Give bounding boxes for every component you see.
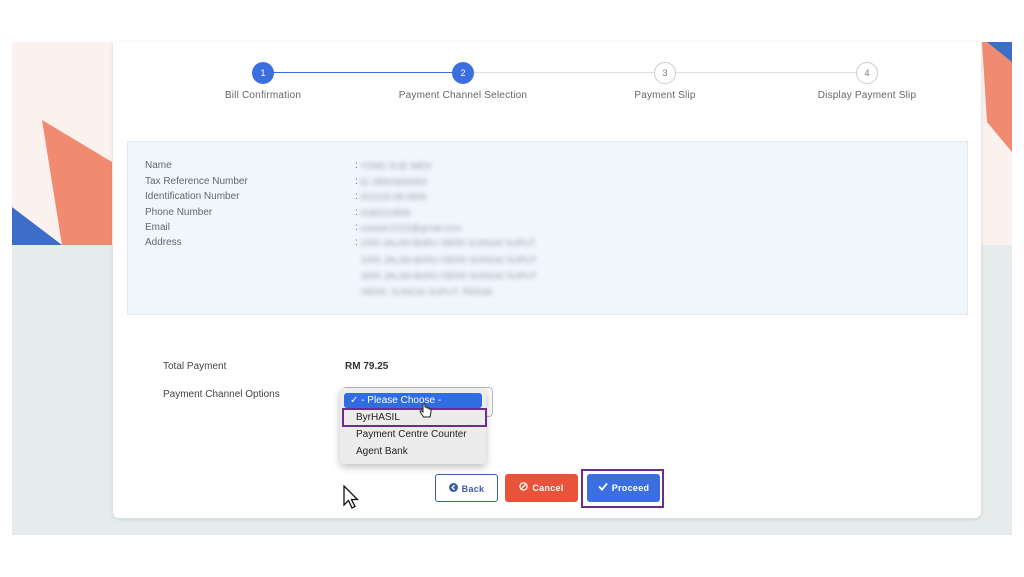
address-line-3: 3000 JALAN BARU 09000 SUNGAI SUPUT	[361, 271, 537, 281]
colon: :	[355, 222, 358, 233]
step-bill-confirmation: 1 Bill Confirmation	[163, 62, 363, 101]
payment-channel-label: Payment Channel Options	[163, 389, 280, 400]
colon: :	[355, 160, 358, 171]
check-icon: ✓	[350, 395, 359, 406]
proceed-highlight-box	[581, 469, 664, 508]
identification-label: Identification Number	[145, 191, 240, 202]
phone-value: 0182010808	[360, 208, 411, 218]
colon: :	[355, 191, 358, 202]
colon: :	[355, 237, 358, 248]
payment-card: 1 Bill Confirmation 2 Payment Channel Se…	[113, 42, 981, 518]
step-number: 1	[252, 62, 274, 84]
step-payment-channel-selection: 2 Payment Channel Selection	[363, 62, 563, 101]
address-line-1: 1000 JALAN BARU 09000 SUNGAI SUPUT	[360, 238, 536, 248]
option-payment-centre-counter[interactable]: Payment Centre Counter	[344, 427, 482, 442]
step-number: 4	[856, 62, 878, 84]
address-line-2: 2000 JALAN BARU 09000 SUNGAI SUPUT	[361, 255, 537, 265]
hand-pointer-icon	[419, 403, 432, 418]
step-label: Display Payment Slip	[817, 90, 917, 101]
step-label: Payment Channel Selection	[398, 90, 528, 101]
address-label: Address	[145, 237, 182, 248]
back-button[interactable]: Back	[435, 474, 498, 502]
name-value: YONG XUE WEN	[360, 161, 432, 171]
back-label: Back	[461, 484, 485, 494]
back-arrow-icon	[448, 475, 458, 503]
email-value: xuewen1015@gmail.com	[360, 223, 462, 233]
email-label: Email	[145, 222, 171, 233]
taxpayer-info-panel: Name Tax Reference Number Identification…	[127, 141, 968, 315]
step-label: Payment Slip	[634, 90, 696, 101]
step-display-payment-slip: 4 Display Payment Slip	[767, 62, 967, 101]
address-line-4: 09000, SUNGAI SUPUT, PERAK	[361, 287, 494, 297]
total-payment-label: Total Payment	[163, 361, 227, 372]
byrhasil-highlight-box	[342, 408, 487, 427]
step-number: 2	[452, 62, 474, 84]
name-label: Name	[145, 160, 172, 171]
cancel-button[interactable]: Cancel	[505, 474, 578, 502]
cancel-label: Cancel	[532, 483, 564, 493]
colon: :	[355, 176, 358, 187]
tax-reference-label: Tax Reference Number	[145, 176, 248, 187]
phone-label: Phone Number	[145, 207, 213, 218]
step-payment-slip: 3 Payment Slip	[565, 62, 765, 101]
total-payment-value: RM 79.25	[345, 361, 389, 372]
identification-value: 001015-08-0808	[360, 192, 427, 202]
step-label: Bill Confirmation	[224, 90, 302, 101]
option-agent-bank[interactable]: Agent Bank	[344, 444, 482, 459]
mouse-cursor-icon	[343, 485, 360, 509]
option-please-choose[interactable]: ✓ - Please Choose -	[344, 393, 482, 408]
colon: :	[355, 207, 358, 218]
cancel-icon	[519, 474, 529, 502]
tax-reference-value: IG 28003600050	[360, 177, 428, 187]
step-number: 3	[654, 62, 676, 84]
